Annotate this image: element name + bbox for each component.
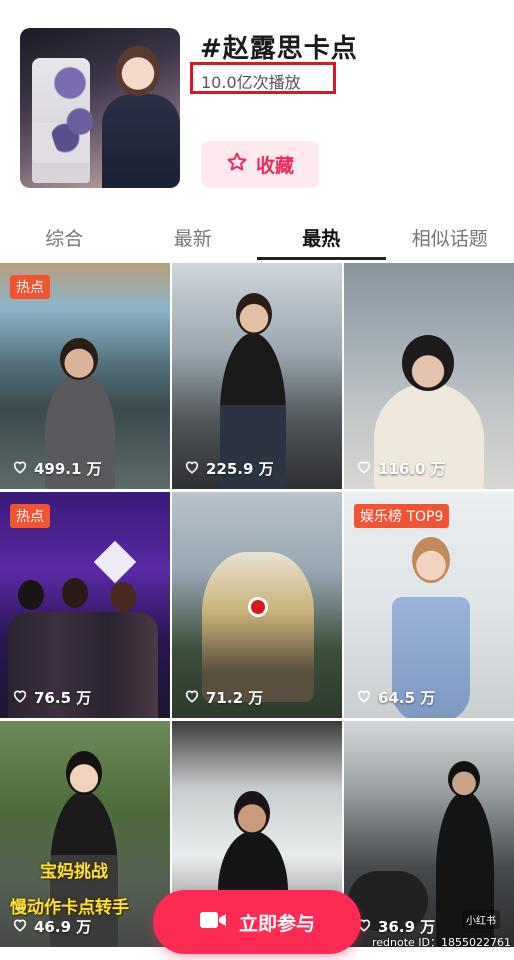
post-figure-armor [202,552,314,702]
heart-icon [12,917,28,937]
post-card[interactable]: 娱乐榜 TOP9 64.5 万 [344,492,514,718]
cover-person-body [102,94,180,188]
topic-title: #赵露思卡点 [200,34,358,64]
post-figure-head [236,293,272,335]
like-count-value: 76.5 万 [34,689,92,707]
overlay-caption-2: 慢动作卡点转手 [10,898,129,918]
post-card[interactable]: 225.9 万 [172,263,342,489]
like-count: 71.2 万 [184,687,263,708]
ranking-badge: 娱乐榜 TOP9 [354,504,450,528]
like-count: 46.9 万 [12,916,91,937]
like-count: 225.9 万 [184,458,274,479]
hot-badge: 热点 [10,275,50,299]
heart-icon [12,688,28,708]
post-figure-head [66,751,102,795]
post-figure-head [402,335,454,391]
post-card[interactable]: 热点 499.1 万 [0,263,170,489]
watermark-text: rednote ID：1855022761 [372,936,512,949]
post-figure-head [62,578,88,608]
starburst-shape [93,540,137,584]
like-count: 64.5 万 [356,687,435,708]
cover-flowers-shape [50,50,100,160]
heart-icon [12,459,28,479]
like-count-value: 225.9 万 [206,460,274,478]
favorite-button[interactable]: 收藏 [201,141,319,188]
like-count-value: 64.5 万 [378,689,436,707]
heart-icon [356,459,372,479]
post-card[interactable]: 71.2 万 [172,492,342,718]
heart-icon [356,688,372,708]
topic-header: #赵露思卡点 10.0亿次播放 收藏 [0,0,514,210]
join-button[interactable]: 立即参与 [153,890,361,954]
watermark-logo: 小红书 [462,910,500,929]
overlay-caption-1: 宝妈挑战 [40,862,108,882]
like-count-value: 46.9 万 [34,918,92,936]
post-figure-head [18,580,44,610]
post-figure-head [60,338,98,380]
tab-bar: 综合 最新 最热 相似话题 [0,210,514,262]
heart-icon [184,688,200,708]
armor-core [248,597,268,617]
post-card[interactable]: 热点 76.5 万 [0,492,170,718]
heart-icon [184,459,200,479]
star-icon [226,151,248,178]
post-grid: 热点 499.1 万 225.9 万 116.0 万 热点 76.5 万 71.… [0,263,514,947]
post-card[interactable]: 116.0 万 [344,263,514,489]
topic-cover-image[interactable] [20,28,180,188]
tab-latest[interactable]: 最新 [129,210,258,262]
like-count: 116.0 万 [356,458,446,479]
video-camera-icon [199,910,227,935]
like-count: 499.1 万 [12,458,102,479]
tab-similar-topics[interactable]: 相似话题 [386,210,514,262]
cover-person-head [116,46,160,96]
tab-hottest[interactable]: 最热 [257,210,386,262]
favorite-label: 收藏 [255,155,294,177]
hot-badge: 热点 [10,504,50,528]
tab-comprehensive[interactable]: 综合 [0,210,129,262]
like-count-value: 71.2 万 [206,689,264,707]
post-figure-head [448,761,480,797]
play-count: 10.0亿次播放 [190,62,336,94]
post-figure-head [412,537,450,583]
like-count: 76.5 万 [12,687,91,708]
like-count-value: 116.0 万 [378,460,446,478]
join-button-label: 立即参与 [238,912,315,935]
like-count-value: 499.1 万 [34,460,102,478]
post-card[interactable]: 宝妈挑战 慢动作卡点转手 46.9 万 [0,721,170,947]
post-figure-head [234,791,270,835]
post-figure-head [110,582,136,612]
